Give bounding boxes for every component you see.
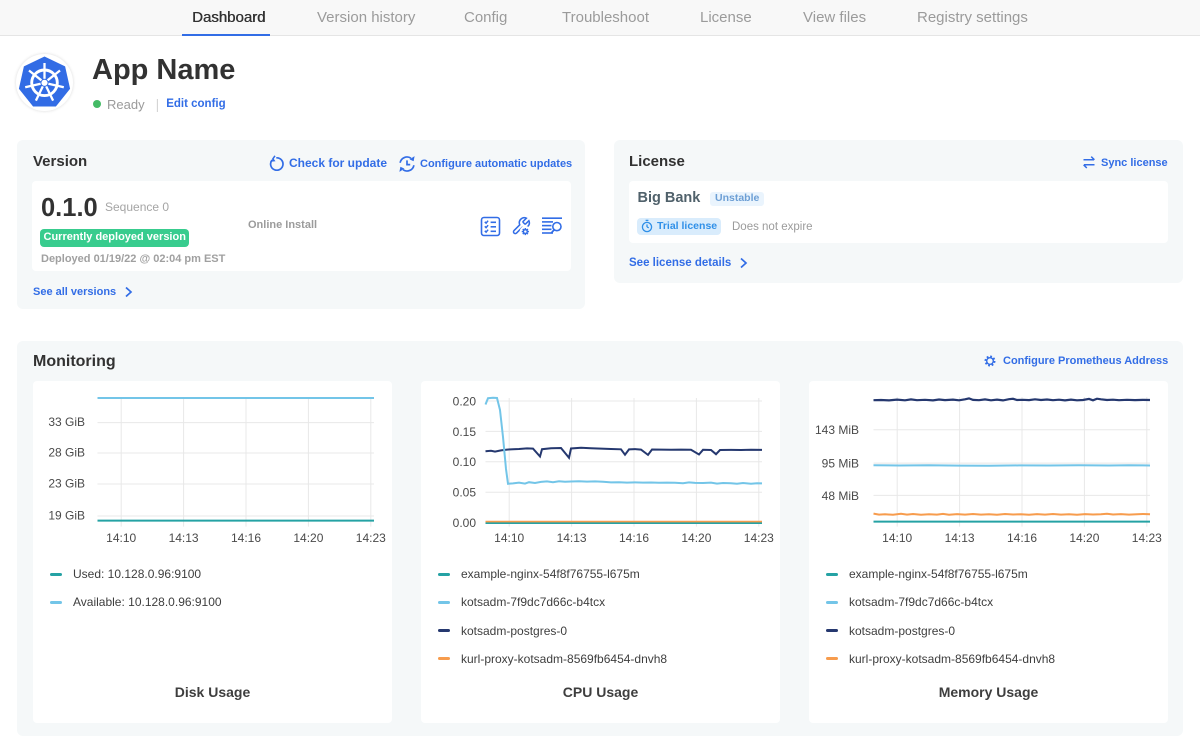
- svg-text:19 GiB: 19 GiB: [48, 508, 85, 522]
- svg-text:95 MiB: 95 MiB: [822, 457, 859, 471]
- svg-text:14:16: 14:16: [619, 531, 649, 545]
- svg-text:0.20: 0.20: [453, 394, 477, 408]
- svg-text:0.00: 0.00: [453, 516, 477, 530]
- svg-text:48 MiB: 48 MiB: [822, 489, 859, 503]
- svg-text:143 MiB: 143 MiB: [815, 423, 859, 437]
- svg-text:14:10: 14:10: [882, 531, 912, 545]
- svg-text:14:20: 14:20: [1069, 531, 1099, 545]
- svg-text:14:16: 14:16: [231, 531, 261, 545]
- svg-text:0.15: 0.15: [453, 425, 477, 439]
- svg-text:23 GiB: 23 GiB: [48, 476, 85, 490]
- svg-text:14:23: 14:23: [356, 531, 386, 545]
- svg-text:14:20: 14:20: [681, 531, 711, 545]
- svg-text:28 GiB: 28 GiB: [48, 445, 85, 459]
- svg-text:14:13: 14:13: [169, 531, 199, 545]
- svg-text:14:13: 14:13: [945, 531, 975, 545]
- svg-text:14:10: 14:10: [106, 531, 136, 545]
- svg-text:14:23: 14:23: [744, 531, 774, 545]
- svg-text:14:10: 14:10: [494, 531, 524, 545]
- svg-text:0.10: 0.10: [453, 455, 477, 469]
- svg-text:14:13: 14:13: [557, 531, 587, 545]
- svg-text:0.05: 0.05: [453, 486, 477, 500]
- svg-text:14:16: 14:16: [1007, 531, 1037, 545]
- svg-text:14:23: 14:23: [1132, 531, 1162, 545]
- svg-text:14:20: 14:20: [293, 531, 323, 545]
- svg-text:33 GiB: 33 GiB: [48, 415, 85, 429]
